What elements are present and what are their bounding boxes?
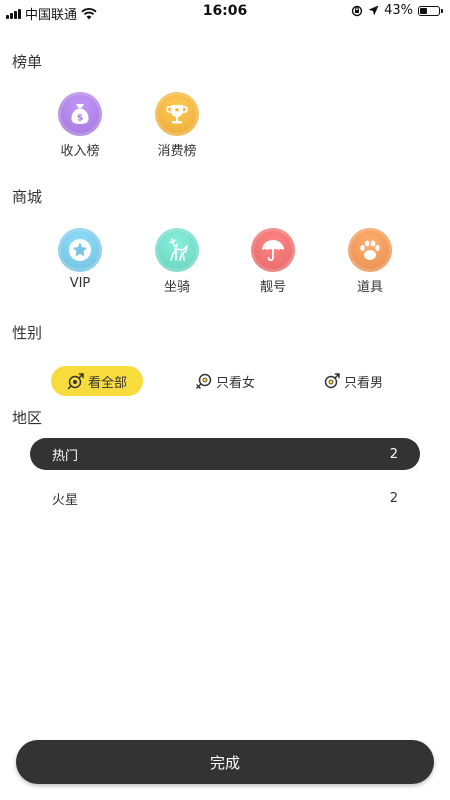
money-bag-icon: $ xyxy=(58,92,102,136)
ranking-item-income[interactable]: $ 收入榜 xyxy=(40,92,120,159)
mall-item-mount[interactable]: 坐骑 xyxy=(137,228,217,295)
gender-option-all[interactable]: 看全部 xyxy=(51,366,143,396)
region-item-label: 热门 xyxy=(52,448,79,464)
region-item-mars[interactable]: 火星 2 xyxy=(30,482,420,514)
mall-item-vip[interactable]: VIP xyxy=(40,228,120,291)
gender-all-icon xyxy=(67,373,84,390)
deer-icon xyxy=(155,228,199,272)
ranking-item-label: 收入榜 xyxy=(60,144,100,159)
trophy-icon xyxy=(155,92,199,136)
done-button[interactable]: 完成 xyxy=(16,740,434,784)
ranking-item-spending[interactable]: 消费榜 xyxy=(137,92,217,159)
status-right: 43% xyxy=(351,3,443,18)
battery-percent: 43% xyxy=(384,3,413,18)
mall-item-label: 靓号 xyxy=(259,280,286,295)
gender-option-male[interactable]: 只看男 xyxy=(318,366,388,396)
section-title-region: 地区 xyxy=(12,409,43,427)
region-item-hot[interactable]: 热门 2 xyxy=(30,438,420,470)
status-bar: 中国联通 16:06 43% xyxy=(0,0,450,24)
gender-option-label: 看全部 xyxy=(87,375,127,391)
umbrella-icon xyxy=(251,228,295,272)
mall-item-props[interactable]: 道具 xyxy=(330,228,410,295)
male-icon xyxy=(324,373,340,389)
mall-item-label: VIP xyxy=(69,276,91,291)
gender-option-female[interactable]: 只看女 xyxy=(190,366,260,396)
star-badge-icon xyxy=(58,228,102,272)
battery-level xyxy=(420,7,427,14)
region-item-label: 火星 xyxy=(52,492,79,508)
region-item-count: 2 xyxy=(389,446,398,462)
svg-text:$: $ xyxy=(77,114,83,124)
gender-option-label: 只看男 xyxy=(343,375,383,391)
female-icon xyxy=(196,373,212,389)
battery-icon xyxy=(418,5,443,16)
mall-item-label: 道具 xyxy=(356,280,383,295)
rotation-lock-icon xyxy=(351,5,363,16)
section-title-gender: 性别 xyxy=(12,324,43,342)
ranking-item-label: 消费榜 xyxy=(157,144,197,159)
mall-item-pretty-number[interactable]: 靓号 xyxy=(233,228,313,295)
location-arrow-icon xyxy=(368,5,379,16)
section-title-ranking: 榜单 xyxy=(12,53,43,71)
paw-icon xyxy=(348,228,392,272)
region-item-count: 2 xyxy=(389,490,398,506)
section-title-mall: 商城 xyxy=(12,188,43,206)
mall-item-label: 坐骑 xyxy=(163,280,190,295)
gender-option-label: 只看女 xyxy=(215,375,255,391)
